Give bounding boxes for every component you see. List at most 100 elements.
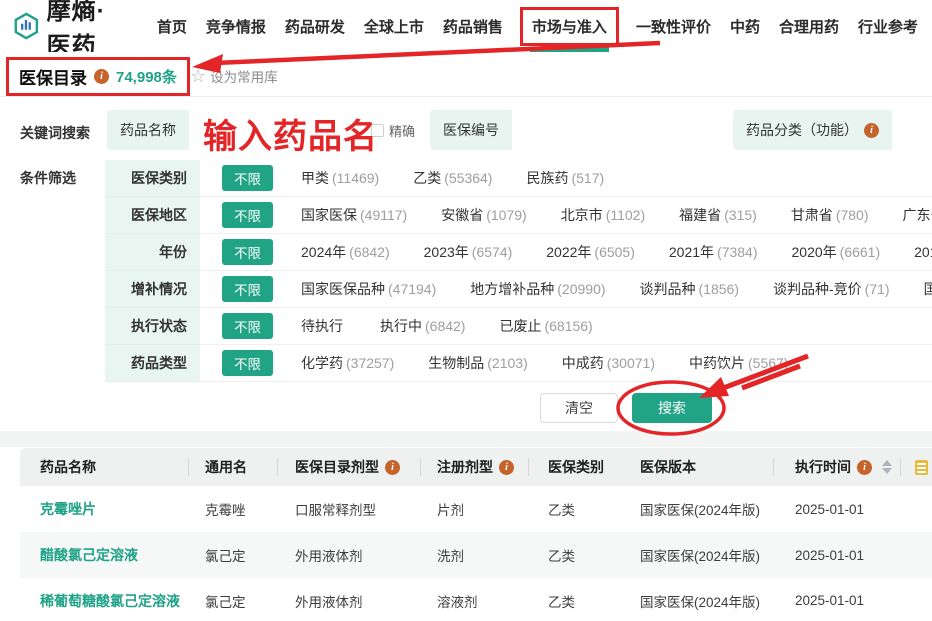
table-row: 克霉唑片 克霉唑 口服常释剂型 片剂 乙类 国家医保(2024年版) 2025-… <box>20 486 932 532</box>
filter-option[interactable]: 2020年(6661) <box>792 242 881 262</box>
filter-option[interactable]: 乙类(55364) <box>413 168 492 188</box>
filter-option[interactable]: 2019年(707 <box>914 242 932 262</box>
directory-dosage-cell: 外用液体剂 <box>277 545 420 565</box>
filter-option[interactable]: 执行中(6842) <box>380 316 465 336</box>
column-header-generic-name: 通用名 <box>188 448 277 486</box>
nav-item-drug-rd[interactable]: 药品研发 <box>283 12 347 41</box>
insurance-class-cell: 乙类 <box>528 591 618 611</box>
filter-option[interactable]: 2021年(7384) <box>669 242 758 262</box>
filter-unlimited-button[interactable]: 不限 <box>222 165 273 191</box>
filter-unlimited-button[interactable]: 不限 <box>222 276 273 302</box>
filter-options: 不限 2024年(6842) 2023年(6574) 2022年(6505) 2… <box>200 234 932 271</box>
registered-dosage-cell: 洗剂 <box>420 545 528 565</box>
filter-option[interactable]: 安徽省(1079) <box>441 205 526 225</box>
table-header-row: 药品名称 通用名 医保目录剂型i 注册剂型i 医保类别 医保版本 执行时间i <box>20 448 932 486</box>
filter-unlimited-button[interactable]: 不限 <box>222 202 273 228</box>
drug-name-link[interactable]: 稀葡萄糖酸氯己定溶液 <box>40 593 180 609</box>
insurance-version-cell: 国家医保(2024年版) <box>618 499 773 519</box>
filter-option[interactable]: 国家医保品种(47194) <box>301 279 436 299</box>
column-header-insurance-version: 医保版本 <box>618 448 773 486</box>
generic-name-cell: 氯己定 <box>188 545 277 565</box>
filter-option[interactable]: 2023年(6574) <box>424 242 513 262</box>
search-button[interactable]: 搜索 <box>632 393 712 423</box>
column-header-clipped <box>900 448 932 486</box>
library-title: 医保目录 <box>19 64 87 89</box>
insurance-code-field: 医保编号 <box>430 110 725 150</box>
filter-option[interactable]: 国家医保(49117) <box>301 205 407 225</box>
nav-item-consistency-eval[interactable]: 一致性评价 <box>634 12 713 41</box>
column-header-execution-time: 执行时间i <box>773 448 900 486</box>
set-favorite-library-button[interactable]: ☆ 设为常用库 <box>190 66 278 86</box>
drug-category-field: 药品分类（功能） i <box>733 110 932 150</box>
filter-row-insurance-class: 医保类别 不限 甲类(11469) 乙类(55364) 民族药(517) <box>105 160 932 197</box>
drug-name-link[interactable]: 醋酸氯己定溶液 <box>40 547 138 563</box>
filter-option[interactable]: 北京市(1102) <box>561 205 645 225</box>
drug-category-input[interactable] <box>892 110 932 150</box>
nav-item-drug-sales[interactable]: 药品销售 <box>441 12 505 41</box>
nav-item-rational-use[interactable]: 合理用药 <box>777 12 841 41</box>
section-divider-band <box>0 431 932 447</box>
drug-name-link[interactable]: 克霉唑片 <box>40 501 96 517</box>
nav-item-market-access[interactable]: 市场与准入 <box>520 7 619 46</box>
filter-option[interactable]: 广东省(1449 <box>903 205 932 225</box>
nav-item-tcm[interactable]: 中药 <box>728 12 762 41</box>
annotation-drug-name-hint: 输入药品名 <box>203 109 378 158</box>
page: 摩熵·医药 首页 竞争情报 药品研发 全球上市 药品销售 市场与准入 一致性评价… <box>0 0 932 621</box>
filter-option[interactable]: 谈判品种(1856) <box>640 279 739 299</box>
filter-unlimited-button[interactable]: 不限 <box>222 350 273 376</box>
execution-time-cell: 2025-01-01 <box>773 502 900 517</box>
nav-item-industry-reference[interactable]: 行业参考 <box>856 12 920 41</box>
nav-item-competitive-intel[interactable]: 竞争情报 <box>204 12 268 41</box>
execution-time-cell: 2025-01-01 <box>773 548 900 563</box>
filter-option[interactable]: 生物制品(2103) <box>428 353 527 373</box>
sort-toggle-icon[interactable] <box>882 460 892 474</box>
filter-options: 不限 国家医保(49117) 安徽省(1079) 北京市(1102) 福建省(3… <box>200 197 932 234</box>
library-info-icon[interactable]: i <box>94 69 109 84</box>
filter-unlimited-button[interactable]: 不限 <box>222 239 273 265</box>
registered-dosage-cell: 溶液剂 <box>420 591 528 611</box>
directory-dosage-info-icon[interactable]: i <box>385 460 400 475</box>
filter-option[interactable]: 国家医保调 <box>924 279 932 299</box>
library-record-count: 74,998条 <box>116 66 177 87</box>
filter-row-label: 药品类型 <box>105 345 200 382</box>
insurance-code-input[interactable] <box>512 110 725 150</box>
drug-category-info-icon[interactable]: i <box>864 123 879 138</box>
filter-option[interactable]: 福建省(315) <box>679 205 757 225</box>
table-row: 醋酸氯己定溶液 氯己定 外用液体剂 洗剂 乙类 国家医保(2024年版) 202… <box>20 532 932 578</box>
insurance-code-field-label: 医保编号 <box>430 120 512 140</box>
clipped-column-icon <box>915 460 928 475</box>
nav-item-global-launch[interactable]: 全球上市 <box>362 12 426 41</box>
filter-options: 不限 化学药(37257) 生物制品(2103) 中成药(30071) 中药饮片… <box>200 345 932 382</box>
filter-option[interactable]: 已废止(68156) <box>499 316 592 336</box>
filter-row-label: 医保类别 <box>105 160 200 197</box>
filter-option[interactable]: 2024年(6842) <box>301 242 390 262</box>
filter-row-label: 年份 <box>105 234 200 271</box>
filter-option[interactable]: 甲类(11469) <box>301 168 379 188</box>
column-header-directory-dosage-form: 医保目录剂型i <box>277 448 420 486</box>
directory-dosage-cell: 外用液体剂 <box>277 591 420 611</box>
keyword-search-section-label: 关键词搜索 <box>20 123 90 143</box>
drug-name-field-label: 药品名称 <box>107 120 189 140</box>
results-table: 药品名称 通用名 医保目录剂型i 注册剂型i 医保类别 医保版本 执行时间i 克… <box>20 448 932 621</box>
library-bar: 医保目录 i 74,998条 ☆ 设为常用库 <box>0 52 932 97</box>
filter-row-drug-type: 药品类型 不限 化学药(37257) 生物制品(2103) 中成药(30071)… <box>105 345 932 382</box>
filter-option[interactable]: 2022年(6505) <box>546 242 635 262</box>
filter-row-execution-status: 执行状态 不限 待执行 执行中(6842) 已废止(68156) <box>105 308 932 345</box>
filter-option[interactable]: 中成药(30071) <box>562 353 655 373</box>
filter-option[interactable]: 甘肃省(780) <box>791 205 869 225</box>
registered-dosage-info-icon[interactable]: i <box>499 460 514 475</box>
filter-option[interactable]: 谈判品种-竞价(71) <box>773 279 890 299</box>
nav-item-home[interactable]: 首页 <box>155 12 189 41</box>
filter-option[interactable]: 化学药(37257) <box>301 353 394 373</box>
filter-option[interactable]: 地方增补品种(20990) <box>470 279 605 299</box>
insurance-version-cell: 国家医保(2024年版) <box>618 591 773 611</box>
filter-option[interactable]: 中药饮片(5567) <box>689 353 788 373</box>
filter-options: 不限 甲类(11469) 乙类(55364) 民族药(517) <box>200 160 932 197</box>
filter-option[interactable]: 待执行 <box>301 316 346 336</box>
clear-button[interactable]: 清空 <box>540 393 618 423</box>
column-header-drug-name: 药品名称 <box>20 448 188 486</box>
filter-option[interactable]: 民族药(517) <box>526 168 604 188</box>
filter-unlimited-button[interactable]: 不限 <box>222 313 273 339</box>
set-favorite-label: 设为常用库 <box>210 66 278 86</box>
execution-time-info-icon[interactable]: i <box>857 460 872 475</box>
